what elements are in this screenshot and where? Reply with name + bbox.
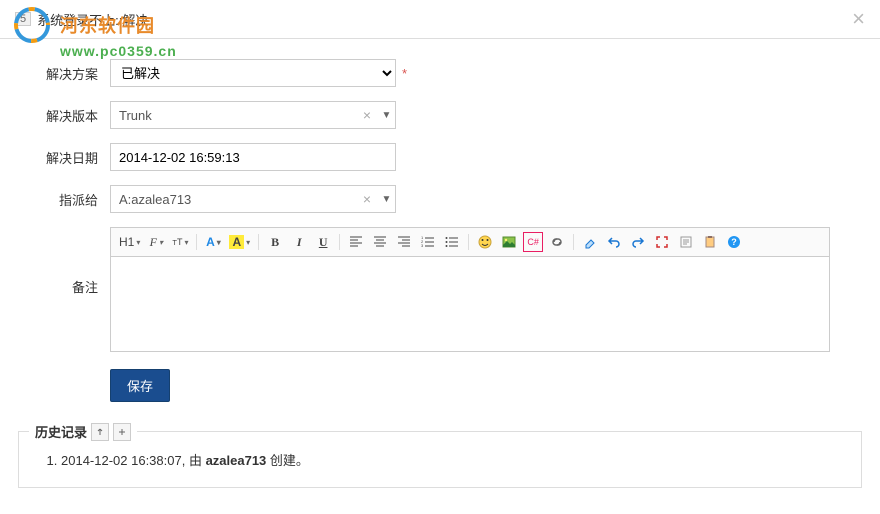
required-star-icon: * — [402, 66, 407, 81]
resolution-select[interactable]: 已解决 — [110, 59, 396, 87]
assigned-to-select[interactable]: A:azalea713 × ▼ — [110, 185, 396, 213]
resolve-bug-modal: 河东软件园 www.pc0359.cn 5 系统登录不上::解决 × 解决方案 … — [0, 0, 880, 488]
resolved-build-select[interactable]: Trunk × ▼ — [110, 101, 396, 129]
undo-button[interactable] — [604, 232, 624, 252]
italic-button[interactable]: I — [289, 232, 309, 252]
resolution-label: 解决方案 — [30, 64, 110, 83]
modal-title: 系统登录不上::解决 — [37, 10, 148, 29]
separator — [573, 234, 574, 250]
unordered-list-button[interactable] — [442, 232, 462, 252]
bug-id-badge: 5 — [15, 12, 31, 26]
source-button[interactable] — [676, 232, 696, 252]
link-button[interactable] — [547, 232, 567, 252]
help-button[interactable]: ? — [724, 232, 744, 252]
separator — [339, 234, 340, 250]
chevron-down-icon[interactable]: ▼ — [377, 194, 395, 205]
svg-text:?: ? — [731, 237, 737, 247]
clear-icon[interactable]: × — [357, 107, 377, 123]
ordered-list-button[interactable]: 123 — [418, 232, 438, 252]
history-list: 2014-12-02 16:38:07, 由 azalea713 创建。 — [33, 450, 847, 469]
assigned-to-value: A:azalea713 — [111, 190, 357, 209]
remark-textarea[interactable] — [110, 257, 830, 352]
emoticon-button[interactable] — [475, 232, 495, 252]
redo-button[interactable] — [628, 232, 648, 252]
modal-body: 解决方案 已解决 * 解决版本 Trunk × ▼ 解决日期 — [0, 39, 880, 431]
align-center-button[interactable] — [370, 232, 390, 252]
resolved-date-label: 解决日期 — [30, 148, 110, 167]
separator — [468, 234, 469, 250]
separator — [196, 234, 197, 250]
history-time: 2014-12-02 16:38:07 — [61, 453, 182, 468]
history-item: 2014-12-02 16:38:07, 由 azalea713 创建。 — [61, 450, 847, 469]
align-left-button[interactable] — [346, 232, 366, 252]
resolved-build-label: 解决版本 — [30, 106, 110, 125]
svg-text:3: 3 — [421, 243, 424, 248]
remark-label: 备注 — [30, 227, 110, 296]
history-user: azalea713 — [206, 453, 267, 468]
assigned-to-label: 指派给 — [30, 190, 110, 209]
bold-button[interactable]: B — [265, 232, 285, 252]
paste-button[interactable] — [700, 232, 720, 252]
fontsize-button[interactable]: TT — [170, 232, 190, 252]
resolved-date-input[interactable] — [110, 143, 396, 171]
rich-text-editor: H1 F TT A A B I U 123 — [110, 227, 830, 355]
separator — [258, 234, 259, 250]
heading-button[interactable]: H1 — [117, 232, 142, 252]
forecolor-button[interactable]: A — [203, 232, 223, 252]
code-button[interactable]: C# — [523, 232, 543, 252]
image-button[interactable] — [499, 232, 519, 252]
close-button[interactable]: × — [852, 8, 865, 30]
save-button[interactable]: 保存 — [110, 369, 170, 402]
chevron-down-icon[interactable]: ▼ — [377, 110, 395, 121]
hilitecolor-button[interactable]: A — [227, 232, 252, 252]
eraser-button[interactable] — [580, 232, 600, 252]
fontfamily-button[interactable]: F — [146, 232, 166, 252]
editor-toolbar: H1 F TT A A B I U 123 — [110, 227, 830, 257]
clear-icon[interactable]: × — [357, 191, 377, 207]
resolved-build-value: Trunk — [111, 106, 357, 125]
fullscreen-button[interactable] — [652, 232, 672, 252]
history-panel: 历史记录 2014-12-02 16:38:07, 由 azalea713 创建… — [18, 431, 862, 488]
underline-button[interactable]: U — [313, 232, 333, 252]
align-right-button[interactable] — [394, 232, 414, 252]
modal-header: 5 系统登录不上::解决 × — [0, 0, 880, 39]
